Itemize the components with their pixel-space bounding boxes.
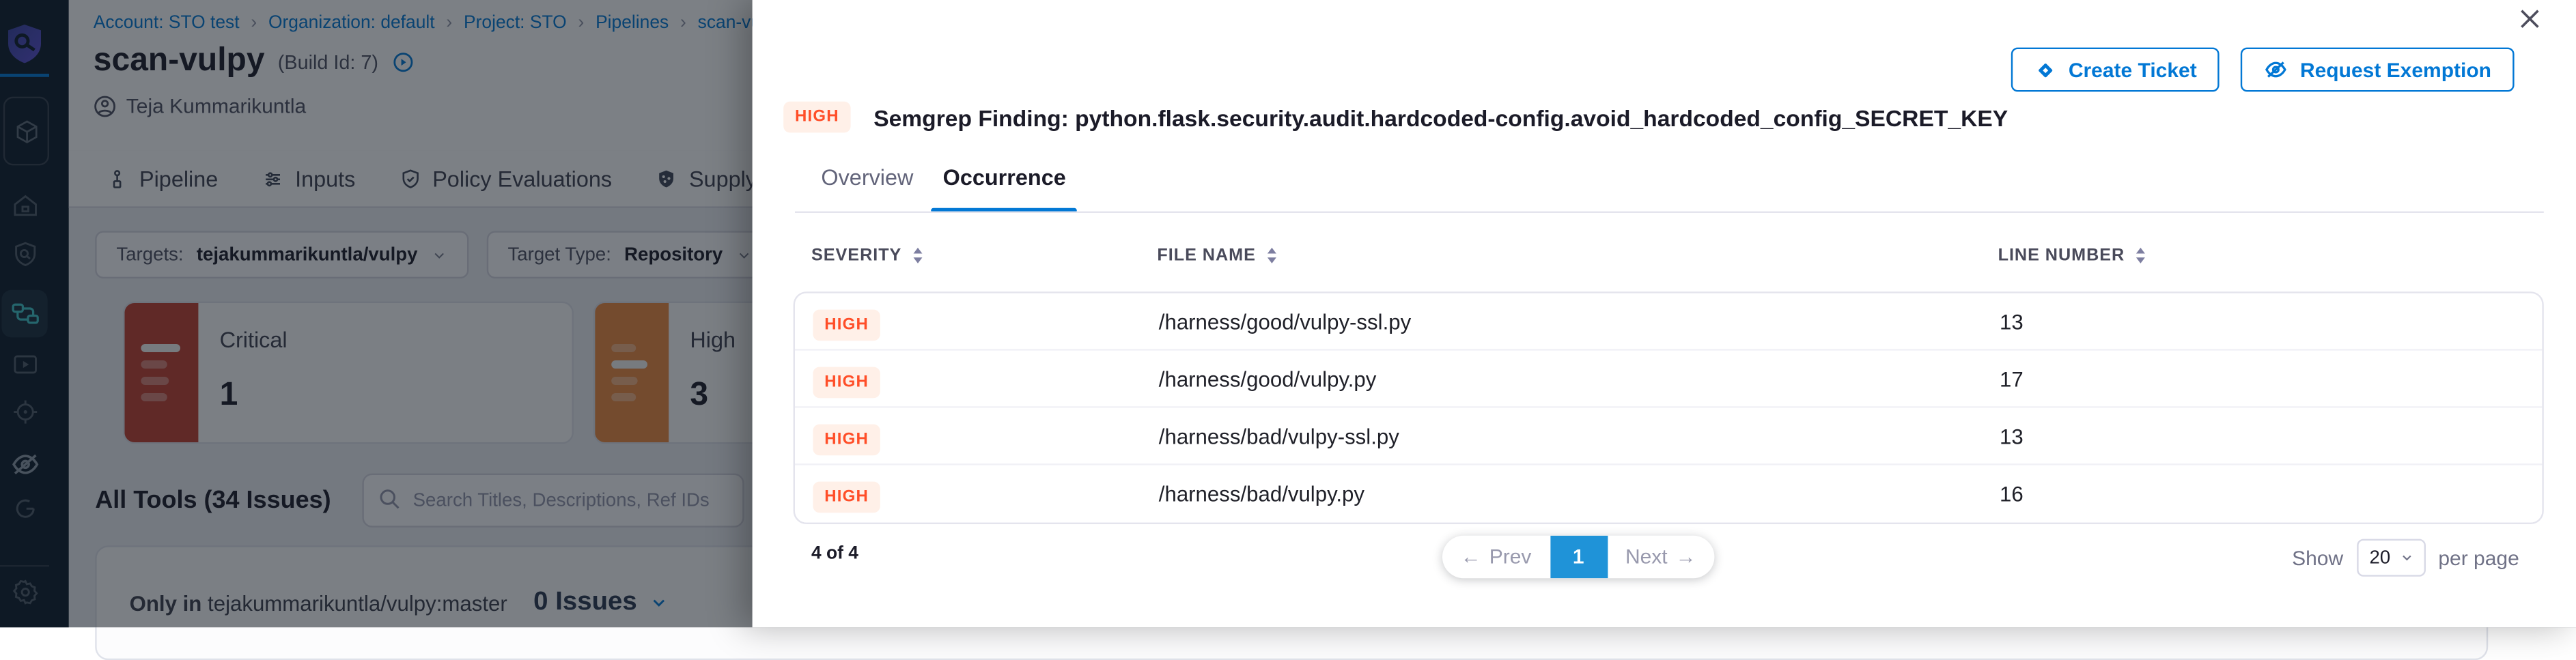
table-row[interactable]: HIGH /harness/bad/vulpy.py 16 xyxy=(795,465,2542,523)
line-number-cell: 16 xyxy=(2000,482,2542,506)
drawer-actions: Create Ticket Request Exemption xyxy=(2011,48,2515,92)
drawer-tabs: Overview Occurrence xyxy=(821,165,1065,210)
severity-badge: HIGH xyxy=(813,482,880,513)
button-label: Create Ticket xyxy=(2069,58,2197,81)
create-ticket-button[interactable]: Create Ticket xyxy=(2011,48,2220,92)
column-severity[interactable]: SEVERITY xyxy=(811,246,1157,266)
close-icon[interactable] xyxy=(2517,7,2542,31)
page-number-button[interactable]: 1 xyxy=(1550,536,1607,578)
arrow-right-icon: → xyxy=(1676,545,1696,569)
column-line-number[interactable]: LINE NUMBER xyxy=(1998,246,2544,266)
severity-badge: HIGH xyxy=(813,423,880,455)
line-number-cell: 13 xyxy=(2000,309,2542,333)
per-page-label: per page xyxy=(2438,546,2519,569)
app-root: Account: STO test › Organization: defaul… xyxy=(0,0,2576,627)
line-number-cell: 13 xyxy=(2000,423,2542,448)
pagination-control: ← Prev 1 Next → xyxy=(1442,536,1714,578)
column-label: SEVERITY xyxy=(811,246,901,266)
severity-badge: HIGH xyxy=(783,102,850,133)
table-row[interactable]: HIGH /harness/good/vulpy-ssl.py 13 xyxy=(795,293,2542,351)
finding-details-drawer: Create Ticket Request Exemption HIGH Sem… xyxy=(753,0,2576,627)
show-label: Show xyxy=(2292,546,2343,569)
file-name-cell: /harness/bad/vulpy.py xyxy=(1159,482,2000,506)
arrow-left-icon: ← xyxy=(1461,545,1481,569)
chevron-down-icon xyxy=(2400,550,2416,565)
pagination-summary: 4 of 4 xyxy=(811,544,858,564)
table-row[interactable]: HIGH /harness/bad/vulpy-ssl.py 13 xyxy=(795,408,2542,465)
occurrence-table: HIGH /harness/good/vulpy-ssl.py 13 HIGH … xyxy=(794,291,2544,524)
sort-icon[interactable] xyxy=(2135,246,2148,266)
column-file-name[interactable]: FILE NAME xyxy=(1157,246,1998,266)
table-row[interactable]: HIGH /harness/good/vulpy.py 17 xyxy=(795,351,2542,408)
column-label: LINE NUMBER xyxy=(1998,246,2125,266)
severity-badge: HIGH xyxy=(813,309,880,340)
page-size-control: Show 20 per page xyxy=(2292,539,2519,577)
prev-page-button[interactable]: ← Prev xyxy=(1442,545,1550,569)
next-label: Next xyxy=(1625,545,1668,569)
file-name-cell: /harness/good/vulpy-ssl.py xyxy=(1159,309,2000,333)
ticket-diamond-icon xyxy=(2034,58,2057,81)
occurrence-table-header: SEVERITY FILE NAME LINE NUMBER xyxy=(811,246,2544,266)
page-size-value: 20 xyxy=(2370,548,2391,568)
tabs-divider xyxy=(795,212,2544,213)
sort-icon[interactable] xyxy=(912,246,925,266)
tab-overview[interactable]: Overview xyxy=(821,165,913,210)
file-name-cell: /harness/good/vulpy.py xyxy=(1159,366,2000,390)
button-label: Request Exemption xyxy=(2300,58,2491,81)
page-size-select[interactable]: 20 xyxy=(2356,539,2425,577)
finding-title: Semgrep Finding: python.flask.security.a… xyxy=(873,104,2008,130)
eye-slash-icon xyxy=(2264,57,2288,82)
request-exemption-button[interactable]: Request Exemption xyxy=(2241,48,2515,92)
severity-badge: HIGH xyxy=(813,366,880,397)
sort-icon[interactable] xyxy=(1265,246,1278,266)
line-number-cell: 17 xyxy=(2000,366,2542,390)
prev-label: Prev xyxy=(1489,545,1532,569)
tab-occurrence[interactable]: Occurrence xyxy=(943,165,1066,210)
file-name-cell: /harness/bad/vulpy-ssl.py xyxy=(1159,423,2000,448)
column-label: FILE NAME xyxy=(1157,246,1255,266)
next-page-button[interactable]: Next → xyxy=(1607,545,1714,569)
